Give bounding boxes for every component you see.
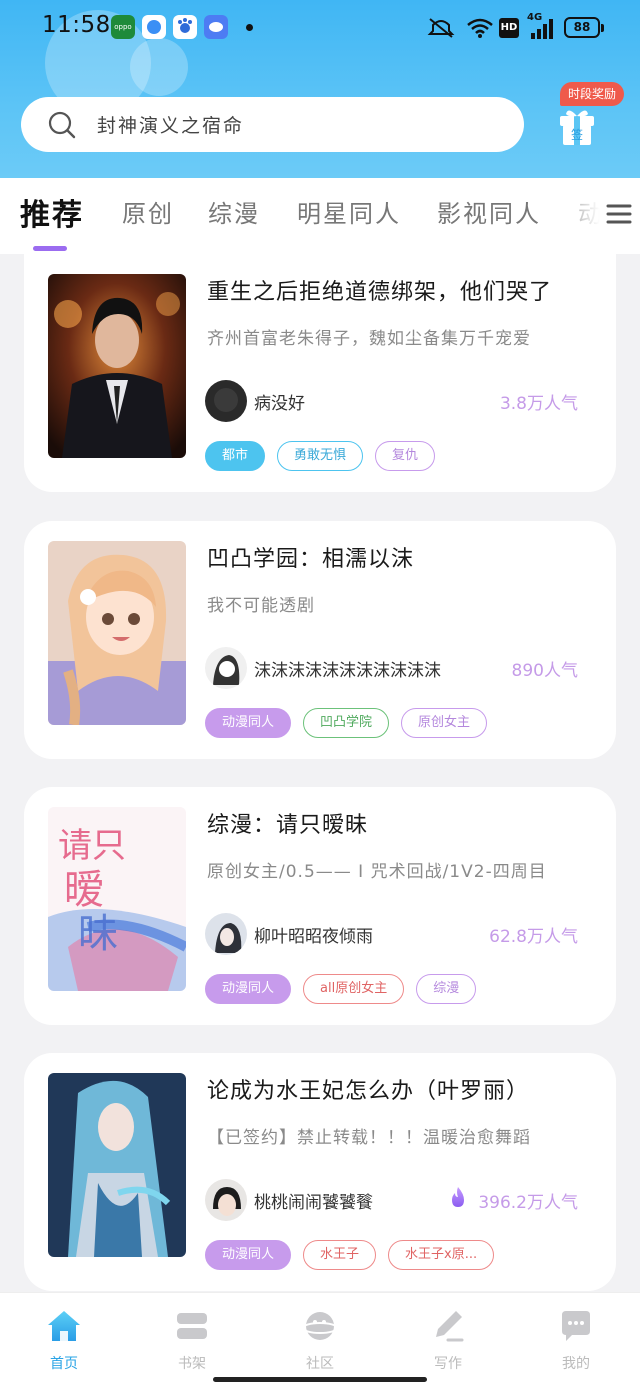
browser-app-icon bbox=[142, 15, 166, 39]
nav-profile[interactable]: 我的 bbox=[536, 1309, 616, 1373]
tag[interactable]: 都市 bbox=[205, 441, 266, 471]
svg-text:暧: 暧 bbox=[64, 867, 104, 913]
tab-recommend[interactable]: 推荐 bbox=[20, 190, 84, 234]
status-bar: 11:58 oppo HD 4G 88 bbox=[0, 0, 640, 56]
status-time: 11:58 bbox=[42, 12, 111, 38]
nav-label: 我的 bbox=[562, 1356, 590, 1372]
wifi-icon bbox=[467, 18, 493, 38]
author-name[interactable]: 桃桃闹闹饕饕餮 bbox=[254, 1188, 373, 1213]
nav-home[interactable]: 首页 bbox=[24, 1309, 104, 1373]
tag[interactable]: 凹凸学院 bbox=[303, 708, 390, 738]
menu-icon[interactable] bbox=[604, 200, 632, 228]
nav-label: 首页 bbox=[50, 1356, 78, 1372]
book-card[interactable]: 论成为水王妃怎么办（叶罗丽） 【已签约】禁止转载！！！温暖治愈舞蹈 桃桃闹闹饕饕… bbox=[24, 1053, 616, 1291]
tag[interactable]: 水王子x原... bbox=[388, 1240, 495, 1270]
tag[interactable]: all原创女主 bbox=[303, 974, 405, 1004]
author-name[interactable]: 柳叶昭昭夜倾雨 bbox=[254, 922, 373, 947]
profile-icon bbox=[562, 1311, 590, 1341]
book-cover[interactable] bbox=[48, 541, 186, 725]
author-name[interactable]: 沫沫沫沫沫沫沫沫沫沫沫 bbox=[254, 656, 441, 681]
book-title[interactable]: 综漫：请只暧昧 bbox=[207, 807, 587, 839]
book-cover[interactable] bbox=[48, 1073, 186, 1257]
book-cover[interactable] bbox=[48, 274, 186, 458]
book-description: 原创女主/0.5—— I 咒术回战/1V2-四周目 bbox=[207, 862, 547, 882]
avatar[interactable] bbox=[205, 913, 247, 955]
search-placeholder: 封神演义之宿命 bbox=[97, 115, 245, 137]
nav-label: 写作 bbox=[434, 1356, 462, 1372]
nav-write[interactable]: 写作 bbox=[408, 1309, 488, 1373]
book-description: 齐州首富老朱得子，魏如尘备集万千宠爱 bbox=[207, 329, 531, 349]
active-tab-indicator bbox=[33, 246, 67, 251]
tag[interactable]: 综漫 bbox=[416, 974, 477, 1004]
signal-icon bbox=[531, 19, 553, 39]
tag-list: 动漫同人 all原创女主 综漫 bbox=[205, 974, 477, 1004]
nav-community[interactable]: 社区 bbox=[280, 1309, 360, 1373]
home-indicator[interactable] bbox=[213, 1377, 427, 1382]
avatar[interactable] bbox=[205, 1179, 247, 1221]
tab-tv-fanfic[interactable]: 影视同人 bbox=[437, 194, 541, 229]
hd-badge: HD bbox=[499, 18, 519, 38]
avatar[interactable] bbox=[205, 647, 247, 689]
tag[interactable]: 水王子 bbox=[303, 1240, 377, 1270]
search-icon bbox=[48, 111, 76, 139]
nav-label: 书架 bbox=[178, 1356, 206, 1372]
author-name[interactable]: 病没好 bbox=[254, 389, 305, 414]
book-title[interactable]: 凹凸学园：相濡以沫 bbox=[207, 541, 587, 573]
tag[interactable]: 动漫同人 bbox=[205, 974, 292, 1004]
tab-anime[interactable]: 综漫 bbox=[208, 194, 260, 229]
tag-list: 都市 勇敢无惧 复仇 bbox=[205, 441, 436, 471]
category-tabs: 推荐 原创 综漫 明星同人 影视同人 动 bbox=[0, 178, 640, 254]
fire-icon bbox=[452, 1187, 464, 1207]
write-icon bbox=[436, 1311, 464, 1342]
tag-list: 动漫同人 水王子 水王子x原... bbox=[205, 1240, 495, 1270]
tab-original[interactable]: 原创 bbox=[122, 194, 174, 229]
nav-bookshelf[interactable]: 书架 bbox=[152, 1309, 232, 1373]
search-input[interactable]: 封神演义之宿命 bbox=[21, 97, 524, 152]
tag[interactable]: 动漫同人 bbox=[205, 1240, 292, 1270]
tag-list: 动漫同人 凹凸学院 原创女主 bbox=[205, 708, 488, 738]
sign-in-gift-icon[interactable]: 签 bbox=[558, 106, 596, 146]
mute-icon bbox=[427, 18, 455, 38]
popularity-count: 396.2万人气 bbox=[478, 1193, 578, 1213]
book-title[interactable]: 论成为水王妃怎么办（叶罗丽） bbox=[207, 1073, 587, 1105]
book-description: 【已签约】禁止转载！！！温暖治愈舞蹈 bbox=[207, 1128, 531, 1148]
bottom-navigation: 首页 书架 社区 写作 我的 bbox=[0, 1292, 640, 1387]
popularity-count: 890人气 bbox=[511, 661, 578, 681]
notification-dot bbox=[246, 24, 253, 31]
book-description: 我不可能透剧 bbox=[207, 596, 315, 616]
avatar[interactable] bbox=[205, 380, 247, 422]
svg-text:昧: 昧 bbox=[78, 911, 118, 957]
tag[interactable]: 原创女主 bbox=[401, 708, 488, 738]
tag[interactable]: 勇敢无惧 bbox=[277, 441, 364, 471]
nav-label: 社区 bbox=[306, 1356, 334, 1372]
popularity-count: 62.8万人气 bbox=[489, 927, 578, 947]
book-card[interactable]: 请只 暧 昧 综漫：请只暧昧 原创女主/0.5—— I 咒术回战/1V2-四周目… bbox=[24, 787, 616, 1025]
tag[interactable]: 复仇 bbox=[375, 441, 436, 471]
bookshelf-icon bbox=[177, 1313, 207, 1339]
baidu-app-icon bbox=[173, 15, 197, 39]
book-cover[interactable]: 请只 暧 昧 bbox=[48, 807, 186, 991]
book-card[interactable]: 重生之后拒绝道德绑架，他们哭了 齐州首富老朱得子，魏如尘备集万千宠爱 病没好 3… bbox=[24, 254, 616, 492]
tag[interactable]: 动漫同人 bbox=[205, 708, 292, 738]
svg-text:请只: 请只 bbox=[58, 826, 126, 866]
book-title[interactable]: 重生之后拒绝道德绑架，他们哭了 bbox=[207, 274, 587, 306]
book-card[interactable]: 凹凸学园：相濡以沫 我不可能透剧 沫沫沫沫沫沫沫沫沫沫沫 890人气 动漫同人 … bbox=[24, 521, 616, 759]
tab-celebrity-fanfic[interactable]: 明星同人 bbox=[297, 194, 401, 229]
battery-indicator: 88 bbox=[564, 17, 604, 38]
community-icon bbox=[302, 1312, 338, 1340]
oppo-app-icon: oppo bbox=[111, 15, 135, 39]
home-icon bbox=[48, 1311, 80, 1341]
sign-label: 签 bbox=[570, 128, 583, 142]
reward-badge[interactable]: 时段奖励 bbox=[560, 82, 624, 106]
popularity-count: 3.8万人气 bbox=[499, 394, 578, 414]
chat-app-icon bbox=[204, 15, 228, 39]
